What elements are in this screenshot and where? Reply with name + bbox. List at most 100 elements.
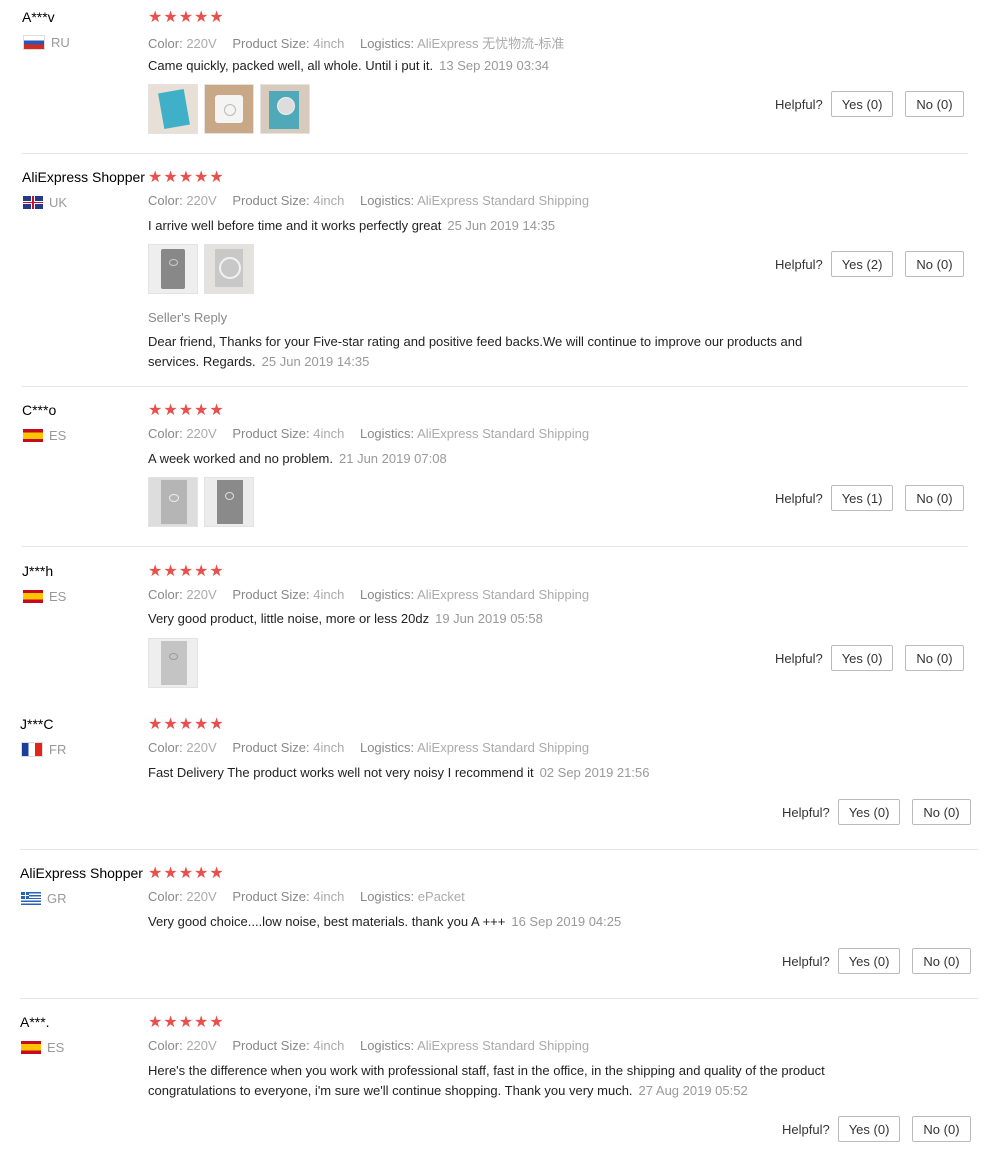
- size-label: Product Size:: [232, 889, 310, 904]
- size-value: 4inch: [313, 426, 345, 441]
- review-text: Very good product, little noise, more or…: [148, 609, 788, 629]
- review-body: I arrive well before time and it works p…: [148, 218, 442, 233]
- review-photo[interactable]: [204, 244, 254, 294]
- helpful-controls: Helpful? Yes (0) No (0): [775, 645, 964, 671]
- logistics-value: AliExpress Standard Shipping: [417, 426, 590, 441]
- product-attributes: Color: 220V Product Size: 4inch Logistic…: [148, 193, 601, 208]
- review-date: 13 Sep 2019 03:34: [439, 58, 550, 73]
- logistics-label: Logistics:: [359, 193, 415, 208]
- helpful-no-button[interactable]: No (0): [912, 948, 971, 974]
- star-rating: ★★★★★: [148, 402, 225, 419]
- logistics-label: Logistics:: [359, 36, 415, 51]
- helpful-yes-button[interactable]: Yes (0): [837, 1116, 901, 1142]
- helpful-yes-button[interactable]: Yes (1): [830, 485, 894, 511]
- country-code: RU: [51, 35, 70, 50]
- reviewer-country: FR: [21, 742, 66, 757]
- product-attributes: Color: 220V Product Size: 4inch Logistic…: [148, 889, 477, 904]
- reviewer-name: A***v: [22, 9, 55, 25]
- helpful-yes-button[interactable]: Yes (2): [830, 251, 894, 277]
- review-divider: [22, 386, 968, 387]
- review-photo[interactable]: [148, 244, 198, 294]
- helpful-label: Helpful?: [775, 490, 823, 506]
- helpful-no-button[interactable]: No (0): [905, 645, 964, 671]
- country-code: FR: [49, 742, 67, 757]
- country-code: UK: [49, 195, 68, 210]
- logistics-label: Logistics:: [359, 889, 415, 904]
- size-label: Product Size:: [232, 1038, 310, 1053]
- reviewer-country: UK: [23, 195, 67, 210]
- logistics-value: AliExpress Standard Shipping: [417, 740, 590, 755]
- color-value: 220V: [186, 426, 217, 441]
- size-value: 4inch: [313, 193, 345, 208]
- helpful-no-button[interactable]: No (0): [905, 251, 964, 277]
- size-label: Product Size:: [232, 740, 310, 755]
- size-value: 4inch: [313, 36, 345, 51]
- helpful-label: Helpful?: [782, 804, 830, 820]
- size-label: Product Size:: [232, 36, 310, 51]
- flag-es-icon: [23, 590, 43, 603]
- helpful-no-button[interactable]: No (0): [905, 91, 964, 117]
- seller-reply-text: Dear friend, Thanks for your Five-star r…: [148, 332, 828, 372]
- reviewer-country: ES: [21, 1040, 64, 1055]
- review-date: 25 Jun 2019 14:35: [447, 218, 556, 233]
- color-value: 220V: [186, 889, 217, 904]
- helpful-yes-button[interactable]: Yes (0): [830, 91, 894, 117]
- helpful-yes-button[interactable]: Yes (0): [830, 645, 894, 671]
- reviewer-country: ES: [23, 589, 66, 604]
- flag-fr-icon: [21, 742, 43, 757]
- review-text: Very good choice....low noise, best mate…: [148, 912, 788, 932]
- helpful-no-button[interactable]: No (0): [912, 799, 971, 825]
- review-photos: [148, 244, 254, 294]
- color-label: Color:: [148, 587, 183, 602]
- flag-es-icon: [23, 429, 43, 442]
- color-label: Color:: [148, 740, 183, 755]
- review-text: Fast Delivery The product works well not…: [148, 763, 788, 783]
- helpful-controls: Helpful? Yes (1) No (0): [775, 485, 964, 511]
- logistics-value: AliExpress 无忧物流-标准: [417, 36, 565, 51]
- product-attributes: Color: 220V Product Size: 4inch Logistic…: [148, 33, 576, 52]
- review-photo[interactable]: [148, 477, 198, 527]
- helpful-controls: Helpful? Yes (0) No (0): [782, 948, 971, 974]
- review-date: 19 Jun 2019 05:58: [435, 611, 543, 626]
- review-photos: [148, 84, 310, 134]
- review-text: I arrive well before time and it works p…: [148, 216, 788, 236]
- logistics-label: Logistics:: [359, 587, 415, 602]
- size-value: 4inch: [313, 1038, 345, 1053]
- reviewer-name: C***o: [22, 402, 57, 418]
- review-text: Here's the difference when you work with…: [148, 1061, 838, 1101]
- helpful-yes-button[interactable]: Yes (0): [837, 799, 901, 825]
- review-photo[interactable]: [204, 84, 254, 134]
- color-label: Color:: [148, 193, 183, 208]
- helpful-no-button[interactable]: No (0): [905, 485, 964, 511]
- color-label: Color:: [148, 36, 183, 51]
- seller-reply-body: Dear friend, Thanks for your Five-star r…: [148, 334, 803, 369]
- size-label: Product Size:: [232, 193, 310, 208]
- logistics-value: AliExpress Standard Shipping: [417, 193, 590, 208]
- star-rating: ★★★★★: [148, 169, 225, 186]
- review-photo[interactable]: [148, 84, 198, 134]
- helpful-no-button[interactable]: No (0): [912, 1116, 971, 1142]
- helpful-controls: Helpful? Yes (0) No (0): [782, 799, 971, 825]
- review-text: A week worked and no problem. 21 Jun 2019…: [148, 449, 788, 469]
- reviewer-country: ES: [23, 428, 66, 443]
- flag-es-icon: [21, 1041, 41, 1054]
- helpful-label: Helpful?: [782, 953, 830, 969]
- helpful-yes-button[interactable]: Yes (0): [837, 948, 901, 974]
- review-divider: [20, 849, 978, 850]
- review-divider: [22, 546, 968, 547]
- product-attributes: Color: 220V Product Size: 4inch Logistic…: [148, 1038, 601, 1053]
- review-divider: [22, 153, 968, 154]
- review-date: 16 Sep 2019 04:25: [511, 914, 622, 929]
- review-photo[interactable]: [260, 84, 310, 134]
- color-value: 220V: [186, 36, 217, 51]
- review-photo[interactable]: [148, 638, 198, 688]
- review-body: A week worked and no problem.: [148, 451, 333, 466]
- star-rating: ★★★★★: [148, 9, 225, 26]
- review-date: 02 Sep 2019 21:56: [539, 765, 650, 780]
- logistics-label: Logistics:: [359, 1038, 415, 1053]
- country-code: ES: [49, 589, 67, 604]
- logistics-value: AliExpress Standard Shipping: [417, 587, 590, 602]
- review-photo[interactable]: [204, 477, 254, 527]
- review-body: Fast Delivery The product works well not…: [148, 765, 534, 780]
- star-rating: ★★★★★: [148, 716, 225, 733]
